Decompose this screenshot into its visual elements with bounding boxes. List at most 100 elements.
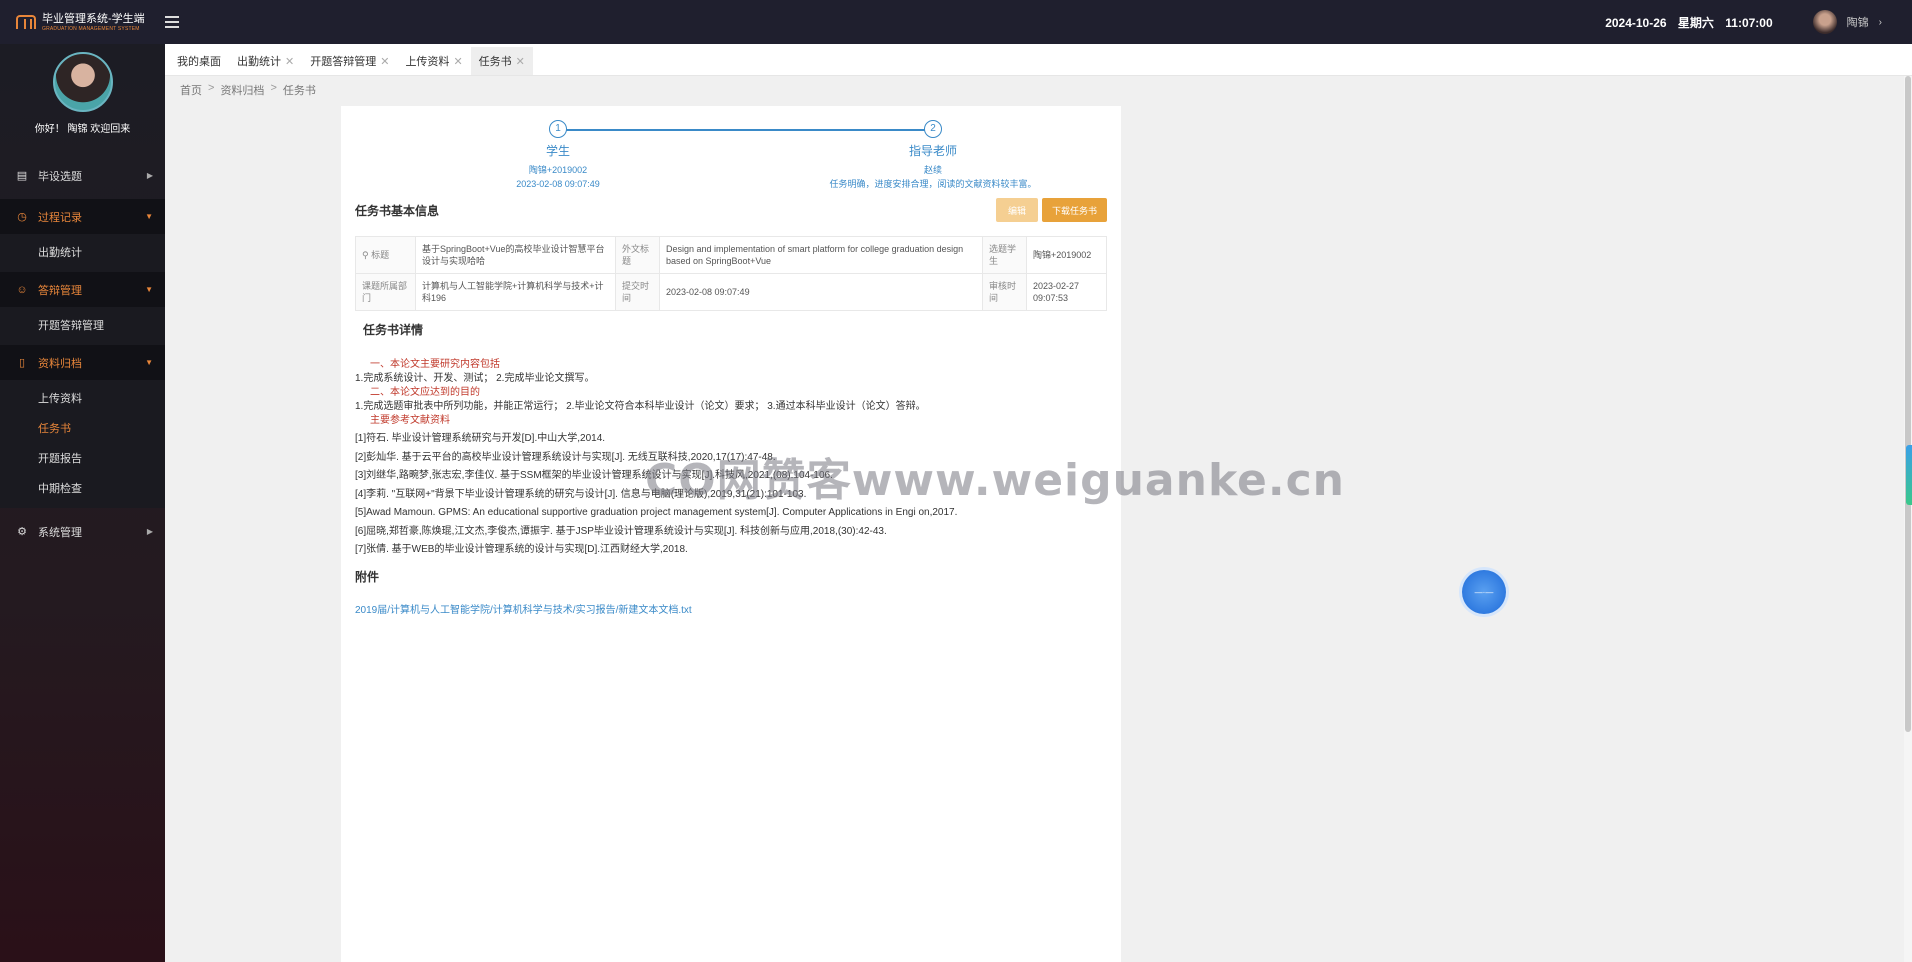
step-desc-line: 2023-02-08 09:07:49 [516, 179, 600, 189]
tab-desktop[interactable]: 我的桌面 [169, 47, 229, 75]
top-header: 毕业管理系统-学生端 GRADUATION MANAGEMENT SYSTEM … [0, 0, 1912, 44]
task-book-content: 一、本论文主要研究内容包括 1.完成系统设计、开发、测试； 2.完成毕业论文撰写… [355, 358, 1107, 558]
table-value: 陶锦+2019002 [1026, 236, 1107, 274]
chevron-right-icon[interactable]: › [1879, 17, 1882, 28]
step-desc-line: 陶锦+2019002 [528, 165, 588, 175]
table-label: 外文标题 [615, 236, 660, 274]
step-number: 1 [549, 120, 567, 138]
sidebar-item-upload[interactable]: 上传资料 [0, 384, 165, 414]
caret-down-icon: ▼ [145, 212, 153, 221]
page-scrollbar[interactable] [1904, 76, 1912, 962]
clock-icon: ◷ [17, 211, 27, 223]
tab-label: 上传资料 [405, 56, 450, 68]
table-value: Design and implementation of smart platf… [659, 236, 983, 274]
menu-toggle-icon[interactable] [165, 16, 179, 28]
task-book-card: 1 学生 陶锦+2019002 2023-02-08 09:07:49 2 指导… [341, 106, 1121, 962]
sidebar: 你好！ 陶锦 欢迎回来 ▤ 毕设选题 ▶ ◷ 过程记录 ▼ 出勤统计 ☺ 答辩管… [0, 44, 165, 962]
time-text: 11:07:00 [1725, 15, 1773, 30]
breadcrumb: 首页 > 资料归档 > 任务书 [180, 82, 316, 98]
weekday-text: 星期六 [1677, 15, 1714, 30]
section-text: 1.完成系统设计、开发、测试； 2.完成毕业论文撰写。 [355, 373, 595, 384]
scrollbar-thumb[interactable] [1905, 76, 1911, 732]
logo-icon [16, 15, 36, 29]
reference-item: [4]李莉. "互联网+"背景下毕业设计管理系统的研究与设计[J]. 信息与电脑… [355, 488, 807, 500]
step-desc-line: 任务明确，进度安排合理，阅读的文献资料较丰富。 [829, 179, 1037, 189]
tab-upload[interactable]: 上传资料 ✕ [397, 47, 470, 75]
side-widget-tab[interactable] [1906, 445, 1912, 505]
file-icon: ▯ [18, 357, 26, 369]
tab-label: 开题答辩管理 [310, 56, 377, 68]
reference-list: [1]符石. 毕业设计管理系统研究与开发[D].中山大学,2014. [2]彭灿… [355, 432, 1107, 558]
tab-bar: 我的桌面 出勤统计 ✕ 开题答辩管理 ✕ 上传资料 ✕ 任务书 ✕ [165, 44, 1912, 76]
breadcrumb-separator: > [208, 82, 215, 94]
sidebar-item-opening-defense[interactable]: 开题答辩管理 [0, 311, 165, 341]
breadcrumb-archive[interactable]: 资料归档 [220, 82, 264, 98]
sidebar-item-midterm[interactable]: 中期检查 [0, 474, 165, 504]
reference-item: [6]屈晓,郑哲豪,陈焕琨,江文杰,李俊杰,谭振宇. 基于JSP毕业设计管理系统… [355, 525, 887, 537]
basic-info-table: ⚲ 标题 基于SpringBoot+Vue的高校毕业设计智慧平台设计与实现哈哈 … [355, 236, 1107, 311]
caret-down-icon: ▼ [145, 358, 153, 367]
sidebar-item-opening-report[interactable]: 开题报告 [0, 444, 165, 474]
breadcrumb-home[interactable]: 首页 [180, 82, 202, 98]
caret-down-icon: ▼ [145, 285, 153, 294]
caret-right-icon: ▶ [146, 171, 153, 180]
tab-opening-defense[interactable]: 开题答辩管理 ✕ [302, 47, 397, 75]
sidebar-item-process[interactable]: ◷ 过程记录 ▼ [0, 199, 165, 234]
approval-steps: 1 学生 陶锦+2019002 2023-02-08 09:07:49 2 指导… [355, 120, 1107, 206]
sidebar-item-label: 资料归档 [38, 357, 82, 370]
greeting-text: 你好！ 陶锦 欢迎回来 [34, 124, 131, 135]
step-connector [558, 129, 930, 131]
sidebar-item-attendance[interactable]: 出勤统计 [0, 238, 165, 268]
section-text: 1.完成选题审批表中所列功能，并能正常运行； 2.毕业论文符合本科毕业设计（论文… [355, 401, 926, 412]
close-icon[interactable]: ✕ [453, 55, 462, 68]
attachment-title: 附件 [355, 569, 380, 584]
caret-right-icon: ▶ [146, 527, 153, 536]
avatar [52, 52, 113, 112]
sidebar-item-label: 答辩管理 [38, 284, 82, 297]
chat-icon: ☺ [16, 283, 28, 296]
datetime-display: 2024-10-26 星期六 11:07:00 [1597, 14, 1772, 31]
step-title: 学生 [545, 144, 570, 158]
gear-icon: ⚙ [17, 526, 27, 538]
app-logo[interactable]: 毕业管理系统-学生端 GRADUATION MANAGEMENT SYSTEM [0, 0, 165, 44]
attachment-link[interactable]: 2019届/计算机与人工智能学院/计算机科学与技术/实习报告/新建文本文档.tx… [355, 601, 1107, 616]
reference-item: [5]Awad Mamoun. GPMS: An educational sup… [355, 507, 958, 518]
close-icon[interactable]: ✕ [380, 55, 389, 68]
date-text: 2024-10-26 [1605, 15, 1667, 30]
breadcrumb-separator: > [270, 82, 277, 94]
app-title: 毕业管理系统-学生端 [42, 12, 145, 25]
detail-title: 任务书详情 [363, 323, 424, 337]
app-subtitle: GRADUATION MANAGEMENT SYSTEM [42, 25, 140, 32]
step-desc: 赵续 任务明确，进度安排合理，阅读的文献资料较丰富。 [813, 163, 1053, 191]
tab-task-book[interactable]: 任务书 ✕ [470, 47, 533, 75]
tab-label: 任务书 [478, 56, 512, 68]
user-name[interactable]: 陶锦 [1847, 14, 1869, 30]
close-icon[interactable]: ✕ [285, 55, 294, 68]
sidebar-item-label: 系统管理 [38, 526, 82, 539]
table-label: ⚲ 标题 [355, 236, 416, 274]
reference-item: [2]彭灿华. 基于云平台的高校毕业设计管理系统设计与实现[J]. 无线互联科技… [355, 451, 776, 463]
profile-panel: 你好！ 陶锦 欢迎回来 [0, 44, 165, 144]
location-pin-icon: ⚲ [362, 250, 369, 260]
close-icon[interactable]: ✕ [516, 55, 525, 68]
floating-action-button[interactable]: —·— [1462, 570, 1506, 614]
section-heading: 一、本论文主要研究内容包括 [370, 359, 500, 370]
step-desc: 陶锦+2019002 2023-02-08 09:07:49 [438, 163, 678, 191]
document-icon: ▤ [16, 170, 28, 182]
sidebar-item-task-book[interactable]: 任务书 [0, 414, 165, 444]
table-row: ⚲ 标题 基于SpringBoot+Vue的高校毕业设计智慧平台设计与实现哈哈 … [355, 236, 1107, 274]
sidebar-item-archive[interactable]: ▯ 资料归档 ▼ [0, 345, 165, 380]
sidebar-item-system[interactable]: ⚙ 系统管理 ▶ [0, 514, 165, 549]
table-value: 基于SpringBoot+Vue的高校毕业设计智慧平台设计与实现哈哈 [415, 236, 616, 274]
table-label: 审核时间 [982, 273, 1027, 311]
section-heading: 主要参考文献资料 [370, 415, 450, 426]
table-value: 2023-02-08 09:07:49 [659, 273, 983, 311]
reference-item: [1]符石. 毕业设计管理系统研究与开发[D].中山大学,2014. [355, 433, 606, 444]
reference-item: [3]刘继华,路畹梦,张志宏,李佳仪. 基于SSM框架的毕业设计管理系统设计与实… [355, 470, 833, 481]
tab-attendance[interactable]: 出勤统计 ✕ [229, 47, 302, 75]
sidebar-item-defense[interactable]: ☺ 答辩管理 ▼ [0, 272, 165, 307]
table-label: 选题学生 [982, 236, 1027, 274]
table-value: 计算机与人工智能学院+计算机科学与技术+计科196 [415, 273, 616, 311]
sidebar-item-topic[interactable]: ▤ 毕设选题 ▶ [0, 158, 165, 193]
user-avatar[interactable] [1812, 10, 1837, 34]
